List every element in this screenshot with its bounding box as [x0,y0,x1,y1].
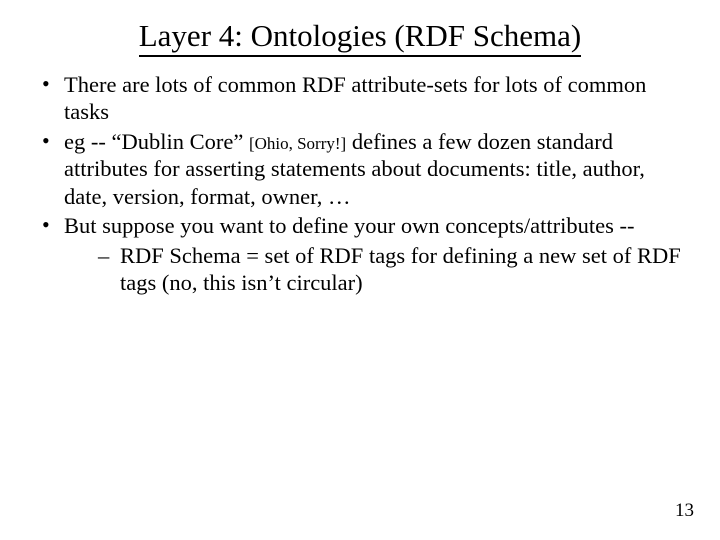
bullet-2-pre: eg -- “Dublin Core” [64,129,249,154]
bullet-3-text: But suppose you want to define your own … [64,213,635,238]
bullet-2-small: [Ohio, Sorry!] [249,134,346,153]
bullet-1: There are lots of common RDF attribute-s… [36,71,692,126]
slide-title: Layer 4: Ontologies (RDF Schema) [28,18,692,57]
bullet-3: But suppose you want to define your own … [36,212,692,296]
bullet-1-text: There are lots of common RDF attribute-s… [64,72,646,124]
slide-body: There are lots of common RDF attribute-s… [28,71,692,297]
bullet-3-sub-text: RDF Schema = set of RDF tags for definin… [120,243,681,295]
bullet-2: eg -- “Dublin Core” [Ohio, Sorry!] defin… [36,128,692,210]
bullet-3-sub: RDF Schema = set of RDF tags for definin… [64,242,692,297]
slide-title-text: Layer 4: Ontologies (RDF Schema) [139,18,582,57]
page-number: 13 [675,500,694,522]
